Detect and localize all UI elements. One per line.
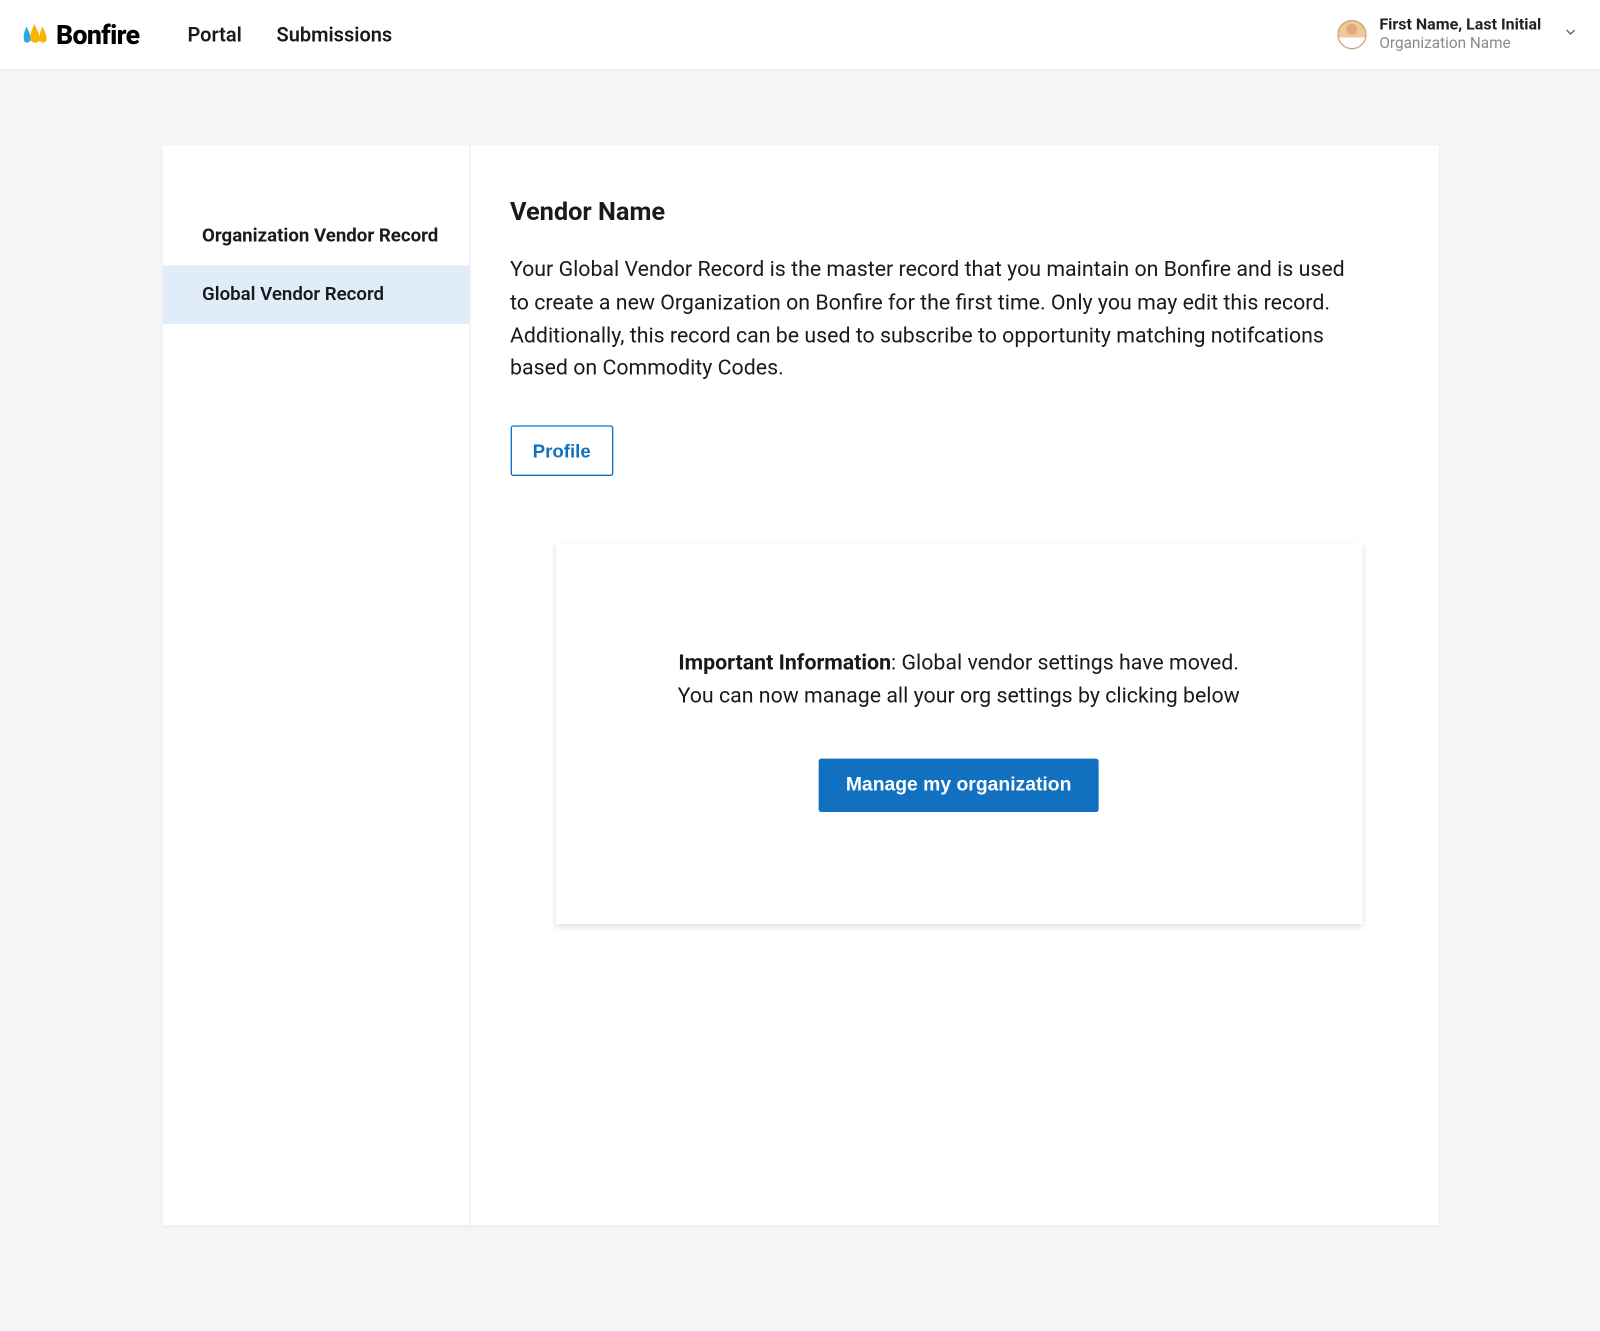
user-menu[interactable]: First Name, Last Initial Organization Na… <box>1337 17 1579 53</box>
avatar <box>1337 20 1366 49</box>
info-card: Important Information: Global vendor set… <box>555 543 1362 924</box>
content-area: Vendor Name Your Global Vendor Record is… <box>470 145 1438 1225</box>
nav-portal[interactable]: Portal <box>187 23 241 47</box>
sidebar-item-label: Global Vendor Record <box>202 284 384 305</box>
chevron-down-icon <box>1555 24 1579 45</box>
sidebar: Organization Vendor Record Global Vendor… <box>162 145 470 1225</box>
top-navbar: Bonfire Portal Submissions First Name, L… <box>0 0 1600 71</box>
user-name: First Name, Last Initial <box>1379 17 1541 35</box>
user-org: Organization Name <box>1379 35 1541 53</box>
sidebar-item-global-vendor-record[interactable]: Global Vendor Record <box>162 265 469 324</box>
tab-bar: Profile <box>510 426 1398 477</box>
info-text: Important Information: Global vendor set… <box>609 647 1309 713</box>
brand-logo[interactable]: Bonfire <box>19 19 140 51</box>
flame-icon <box>19 20 51 49</box>
nav-submissions[interactable]: Submissions <box>276 23 392 47</box>
manage-my-organization-button[interactable]: Manage my organization <box>819 758 1098 811</box>
info-line1-rest: : Global vendor settings have moved. <box>891 650 1239 675</box>
page-body: Organization Vendor Record Global Vendor… <box>0 71 1600 1226</box>
info-bold-label: Important Information <box>678 650 891 675</box>
sidebar-item-label: Organization Vendor Record <box>202 225 438 246</box>
info-line2: You can now manage all your org settings… <box>678 683 1240 708</box>
brand-name: Bonfire <box>56 19 139 51</box>
nav-links: Portal Submissions <box>187 23 392 47</box>
navbar-left: Bonfire Portal Submissions <box>19 19 393 51</box>
sidebar-item-org-vendor-record[interactable]: Organization Vendor Record <box>162 207 469 266</box>
tab-profile[interactable]: Profile <box>510 426 613 477</box>
user-text: First Name, Last Initial Organization Na… <box>1379 17 1541 53</box>
page-title: Vendor Name <box>510 196 1398 227</box>
page-description: Your Global Vendor Record is the master … <box>510 253 1363 385</box>
main-panel: Organization Vendor Record Global Vendor… <box>162 145 1438 1225</box>
